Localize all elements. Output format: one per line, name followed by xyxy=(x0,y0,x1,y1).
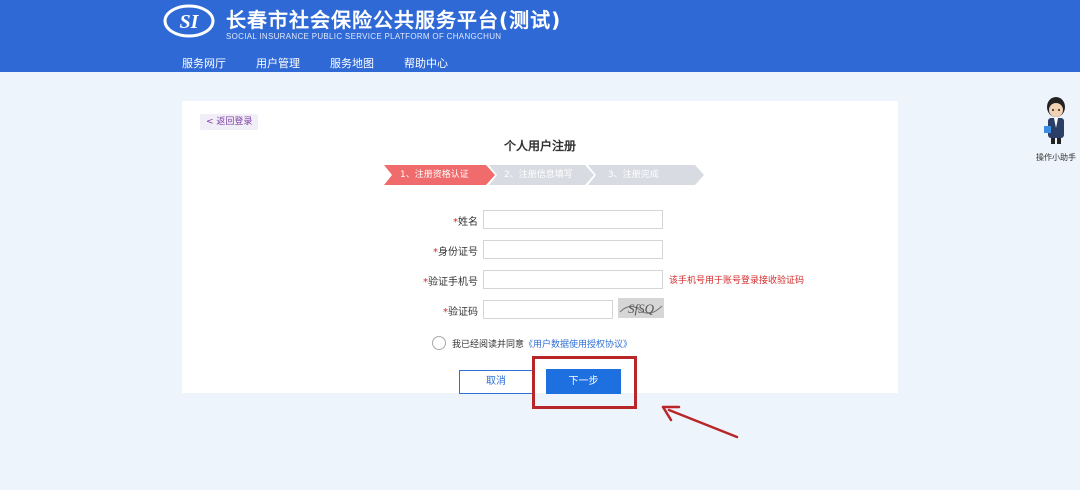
nav-item-service-hall[interactable]: 服务网厅 xyxy=(182,55,226,71)
step-progress: 1、注册资格认证 2、注册信息填写 3、注册完成 xyxy=(384,165,704,185)
captcha-text: SfSQ xyxy=(628,301,655,316)
nav-item-user-management[interactable]: 用户管理 xyxy=(256,55,300,71)
nav-item-help-center[interactable]: 帮助中心 xyxy=(404,55,448,71)
assistant-avatar-icon xyxy=(1044,97,1065,144)
page-title: 个人用户注册 xyxy=(503,139,576,153)
back-to-login-button[interactable]: < 返回登录 xyxy=(200,114,259,130)
id-number-input[interactable] xyxy=(483,240,663,259)
name-input[interactable] xyxy=(483,210,663,229)
agreement-row: 我已经阅读并同意 《用户数据使用授权协议》 xyxy=(432,336,632,350)
site-subtitle: SOCIAL INSURANCE PUBLIC SERVICE PLATFORM… xyxy=(226,32,502,41)
agreement-radio[interactable] xyxy=(432,336,446,350)
id-number-label: *身份证号 xyxy=(433,247,478,258)
captcha-input[interactable] xyxy=(483,300,613,319)
phone-input[interactable] xyxy=(483,270,663,289)
cancel-button[interactable]: 取消 xyxy=(459,370,533,394)
step-2-label: 2、注册信息填写 xyxy=(504,170,573,180)
captcha-image[interactable]: SfSQ xyxy=(618,298,664,318)
agreement-text: 我已经阅读并同意 xyxy=(452,339,525,350)
logo-text: SI xyxy=(180,11,200,33)
main-nav: 服务网厅 用户管理 服务地图 帮助中心 xyxy=(182,55,478,71)
site-header: SI 长春市社会保险公共服务平台(测试) SOCIAL INSURANCE PU… xyxy=(0,0,1080,72)
phone-hint: 该手机号用于账号登录接收验证码 xyxy=(669,276,805,286)
name-label: *姓名 xyxy=(453,217,478,228)
si-logo-icon: SI xyxy=(163,4,215,38)
step-1-label: 1、注册资格认证 xyxy=(400,170,469,180)
assistant-widget[interactable]: 操作小助手 xyxy=(1034,96,1078,163)
step-3-label: 3、注册完成 xyxy=(608,170,659,180)
phone-label: *验证手机号 xyxy=(423,277,478,288)
captcha-label: *验证码 xyxy=(443,307,478,318)
assistant-label: 操作小助手 xyxy=(1036,153,1076,162)
site-title: 长春市社会保险公共服务平台(测试) xyxy=(226,8,562,32)
annotation-arrow-icon xyxy=(661,405,739,439)
annotation-highlight-box xyxy=(532,356,637,409)
agreement-link[interactable]: 《用户数据使用授权协议》 xyxy=(524,337,632,350)
nav-item-service-map[interactable]: 服务地图 xyxy=(330,55,374,71)
